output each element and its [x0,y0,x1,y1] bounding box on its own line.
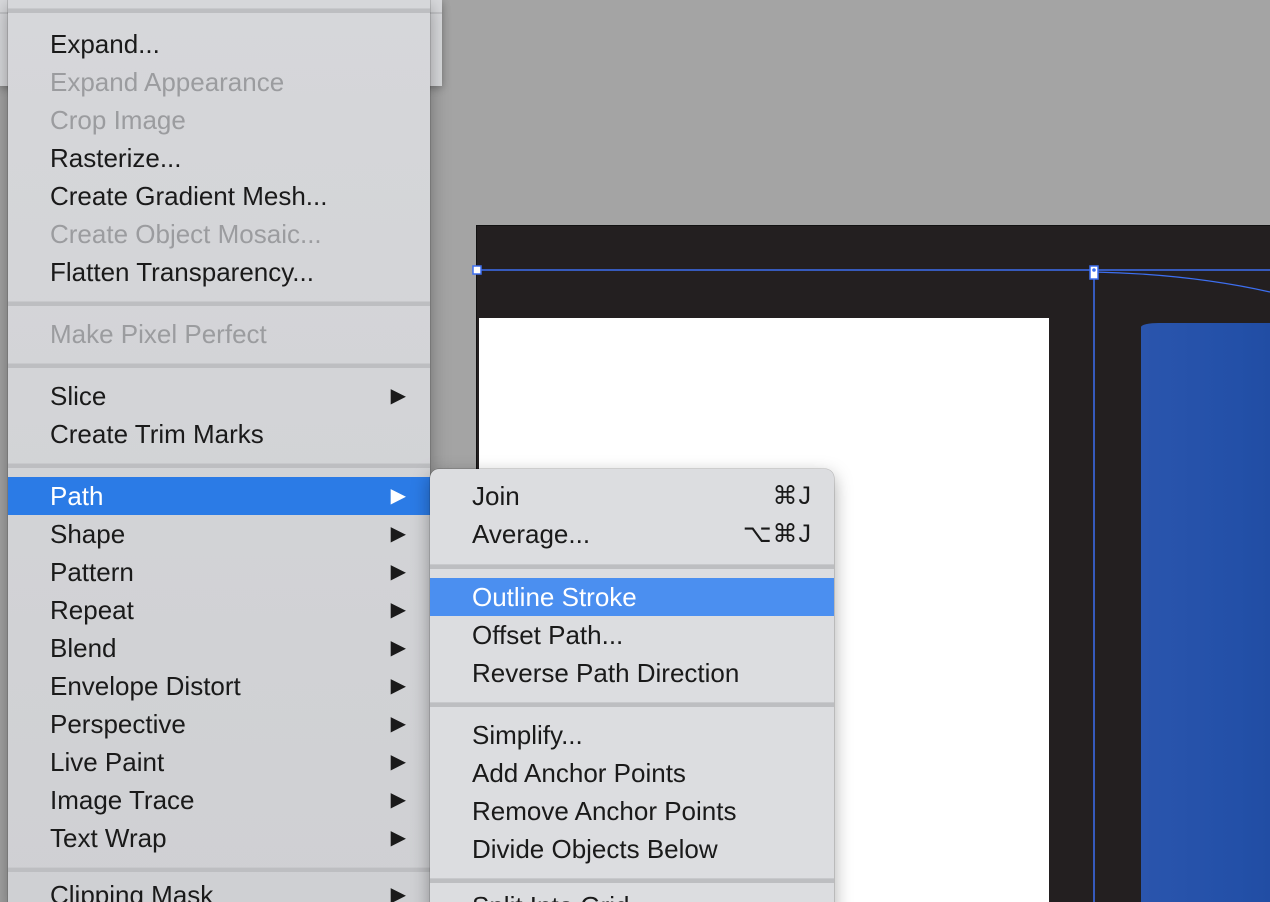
menu-item-path[interactable]: Path ▶ [8,477,430,515]
menu-item-label: Perspective [50,709,186,739]
menu-item-make-pixel-perfect: Make Pixel Perfect [8,315,430,353]
menu-item-label: Blend [50,633,117,663]
menu-item-label: Average... [472,519,591,549]
menu-item-label: Repeat [50,595,134,625]
keyboard-shortcut: ⌥⌘J [742,520,812,548]
menu-item-expand[interactable]: Expand... [8,25,430,63]
submenu-arrow-icon: ▶ [390,789,406,811]
menu-item-label: Expand Appearance [50,67,285,97]
menu-item-label: Join [472,481,520,511]
menu-item-label: Crop Image [50,105,186,135]
menu-separator [430,878,834,883]
menu-separator [430,564,834,569]
menu-item-create-object-mosaic: Create Object Mosaic... [8,215,430,253]
menu-item-label: Image Trace [50,785,195,815]
submenu-arrow-icon: ▶ [390,675,406,697]
submenu-item-simplify[interactable]: Simplify... [430,716,834,754]
submenu-arrow-icon: ▶ [390,751,406,773]
menu-item-shape[interactable]: Shape ▶ [8,515,430,553]
menu-item-label: Pattern [50,557,134,587]
submenu-item-divide-objects-below[interactable]: Divide Objects Below [430,830,834,868]
submenu-arrow-icon: ▶ [390,637,406,659]
submenu-arrow-icon: ▶ [390,599,406,621]
menu-item-slice[interactable]: Slice ▶ [8,377,430,415]
path-submenu: Join ⌘J Average... ⌥⌘J Outline Stroke Offs… [430,469,834,902]
illustrator-workspace: Expand... Expand Appearance Crop Image R… [0,0,1270,902]
submenu-item-outline-stroke[interactable]: Outline Stroke [430,578,834,616]
menu-item-label: Make Pixel Perfect [50,319,267,349]
menu-item-label: Create Trim Marks [50,419,264,449]
menu-item-label: Text Wrap [50,823,167,853]
menu-item-expand-appearance: Expand Appearance [8,63,430,101]
submenu-item-average[interactable]: Average... ⌥⌘J [430,515,834,553]
submenu-item-offset-path[interactable]: Offset Path... [430,616,834,654]
menu-item-perspective[interactable]: Perspective ▶ [8,705,430,743]
menu-item-label: Outline Stroke [472,582,637,612]
menu-item-label: Remove Anchor Points [472,796,737,826]
menu-item-envelope-distort[interactable]: Envelope Distort ▶ [8,667,430,705]
menu-separator [8,8,430,13]
menu-item-label: Split Into Grid... [472,891,651,902]
menu-separator [430,702,834,707]
menu-item-label: Add Anchor Points [472,758,686,788]
menu-item-label: Shape [50,519,126,549]
submenu-item-add-anchor-points[interactable]: Add Anchor Points [430,754,834,792]
menu-item-repeat[interactable]: Repeat ▶ [8,591,430,629]
submenu-item-split-into-grid[interactable]: Split Into Grid... [430,887,834,902]
menu-item-blend[interactable]: Blend ▶ [8,629,430,667]
menu-separator [8,867,430,872]
menu-item-label: Simplify... [472,720,583,750]
menu-item-label: Create Gradient Mesh... [50,181,328,211]
menu-item-image-trace[interactable]: Image Trace ▶ [8,781,430,819]
menu-separator [8,463,430,468]
menu-item-crop-image: Crop Image [8,101,430,139]
blue-gradient-object[interactable] [1141,323,1270,902]
menu-item-label: Live Paint [50,747,165,777]
menu-item-create-gradient-mesh[interactable]: Create Gradient Mesh... [8,177,430,215]
menu-item-rasterize[interactable]: Rasterize... [8,139,430,177]
menu-item-label: Slice [50,381,107,411]
menu-item-label: Expand... [50,29,160,59]
menu-item-clipping-mask[interactable]: Clipping Mask ▶ [8,876,430,902]
menu-item-label: Reverse Path Direction [472,658,740,688]
menu-item-live-paint[interactable]: Live Paint ▶ [8,743,430,781]
menu-item-flatten-transparency[interactable]: Flatten Transparency... [8,253,430,291]
object-menu: Expand... Expand Appearance Crop Image R… [8,0,430,902]
menu-item-pattern[interactable]: Pattern ▶ [8,553,430,591]
menu-item-label: Clipping Mask [50,880,214,902]
menu-separator [8,363,430,368]
submenu-arrow-icon: ▶ [390,884,406,902]
submenu-arrow-icon: ▶ [390,827,406,849]
submenu-arrow-icon: ▶ [390,385,406,407]
submenu-arrow-icon: ▶ [390,713,406,735]
submenu-item-reverse-path-direction[interactable]: Reverse Path Direction [430,654,834,692]
menu-item-label: Offset Path... [472,620,624,650]
menu-item-label: Flatten Transparency... [50,257,314,287]
menu-item-label: Create Object Mosaic... [50,219,322,249]
submenu-arrow-icon: ▶ [390,561,406,583]
menu-item-label: Divide Objects Below [472,834,718,864]
submenu-item-remove-anchor-points[interactable]: Remove Anchor Points [430,792,834,830]
menu-item-create-trim-marks[interactable]: Create Trim Marks [8,415,430,453]
submenu-item-join[interactable]: Join ⌘J [430,477,834,515]
submenu-arrow-icon: ▶ [390,523,406,545]
menu-item-label: Envelope Distort [50,671,241,701]
menu-separator [8,301,430,306]
menu-item-text-wrap[interactable]: Text Wrap ▶ [8,819,430,857]
menu-item-label: Rasterize... [50,143,182,173]
menu-item-label: Path [50,481,104,511]
keyboard-shortcut: ⌘J [772,482,812,510]
submenu-arrow-icon: ▶ [390,485,406,507]
